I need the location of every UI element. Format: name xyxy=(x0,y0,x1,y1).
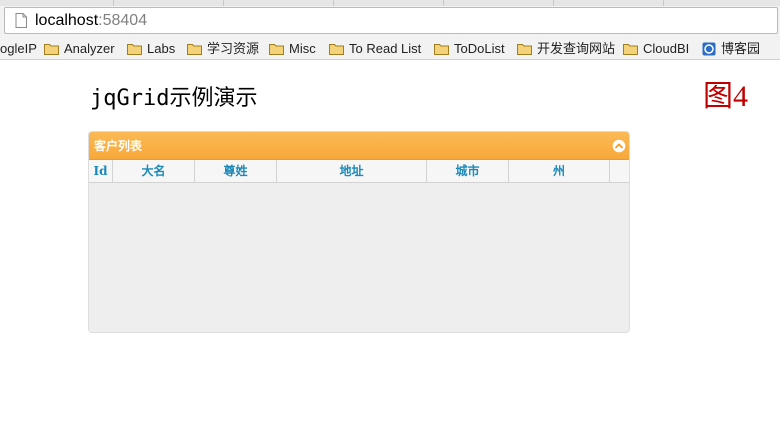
folder-icon xyxy=(623,44,638,55)
column-header-name[interactable]: 大名 xyxy=(113,160,195,183)
bookmark-item[interactable]: 学习资源 xyxy=(187,41,259,57)
bookmark-item[interactable]: Analyzer xyxy=(44,41,115,57)
url-host: localhost xyxy=(35,12,99,29)
grid-caption: 客户列表 xyxy=(94,139,143,153)
bookmark-item[interactable]: 开发查询网站 xyxy=(517,41,615,57)
tab-divider xyxy=(443,0,444,6)
bookmark-label: 开发查询网站 xyxy=(537,41,616,56)
bookmark-label: ogleIP xyxy=(0,41,37,56)
grid-body xyxy=(89,183,629,332)
folder-icon xyxy=(187,44,202,55)
folder-icon xyxy=(517,44,532,55)
column-header-address[interactable]: 地址 xyxy=(277,160,427,183)
bookmark-label: CloudBI xyxy=(643,41,690,56)
tab-divider xyxy=(223,0,224,6)
bookmark-label: Labs xyxy=(147,41,176,56)
jqgrid-table: 客户列表 Id 大名 尊姓 地址 城市 州 xyxy=(88,131,630,333)
page-title: jqGrid示例演示 xyxy=(90,86,258,111)
tab-strip xyxy=(0,0,780,6)
bookmark-label: Analyzer xyxy=(64,41,115,56)
bookmark-label: 学习资源 xyxy=(207,41,260,56)
column-header-surname[interactable]: 尊姓 xyxy=(195,160,277,183)
site-favicon-icon xyxy=(702,42,716,56)
folder-icon xyxy=(329,44,344,55)
bookmark-item[interactable]: ToDoList xyxy=(434,41,505,57)
tab-divider xyxy=(663,0,664,6)
tab-divider xyxy=(333,0,334,6)
folder-icon xyxy=(44,44,59,55)
bookmarks-bar: ogleIP Analyzer Labs 学习资源 Misc To Read List To… xyxy=(0,38,780,60)
collapse-icon[interactable] xyxy=(612,139,626,153)
grid-caption-bar: 客户列表 xyxy=(89,132,629,160)
bookmark-label: 博客园 xyxy=(721,41,761,56)
tab-divider xyxy=(553,0,554,6)
address-bar[interactable]: localhost:58404 xyxy=(4,7,778,34)
bookmark-item[interactable]: To Read List xyxy=(329,41,421,57)
url-port: :58404 xyxy=(98,12,148,29)
column-header-id[interactable]: Id xyxy=(89,160,113,183)
bookmark-item[interactable]: ogleIP xyxy=(0,41,37,57)
bookmark-item[interactable]: 博客园 xyxy=(702,41,760,57)
bookmark-item[interactable]: Labs xyxy=(127,41,175,57)
folder-icon xyxy=(434,44,449,55)
column-header-state[interactable]: 州 xyxy=(509,160,610,183)
page-icon xyxy=(15,13,27,28)
bookmark-item[interactable]: CloudBI xyxy=(623,41,689,57)
url-text[interactable]: localhost:58404 xyxy=(35,11,147,31)
browser-toolbar: localhost:58404 xyxy=(0,0,780,38)
bookmark-label: Misc xyxy=(289,41,316,56)
column-header-city[interactable]: 城市 xyxy=(427,160,509,183)
bookmark-label: To Read List xyxy=(349,41,422,56)
bookmark-label: ToDoList xyxy=(454,41,505,56)
bookmark-item[interactable]: Misc xyxy=(269,41,316,57)
grid-header-row: Id 大名 尊姓 地址 城市 州 xyxy=(89,160,629,183)
folder-icon xyxy=(269,44,284,55)
tab-divider xyxy=(113,0,114,6)
folder-icon xyxy=(127,44,142,55)
figure-label: 图4 xyxy=(703,80,748,113)
scrollbar-header-spacer xyxy=(610,160,629,183)
